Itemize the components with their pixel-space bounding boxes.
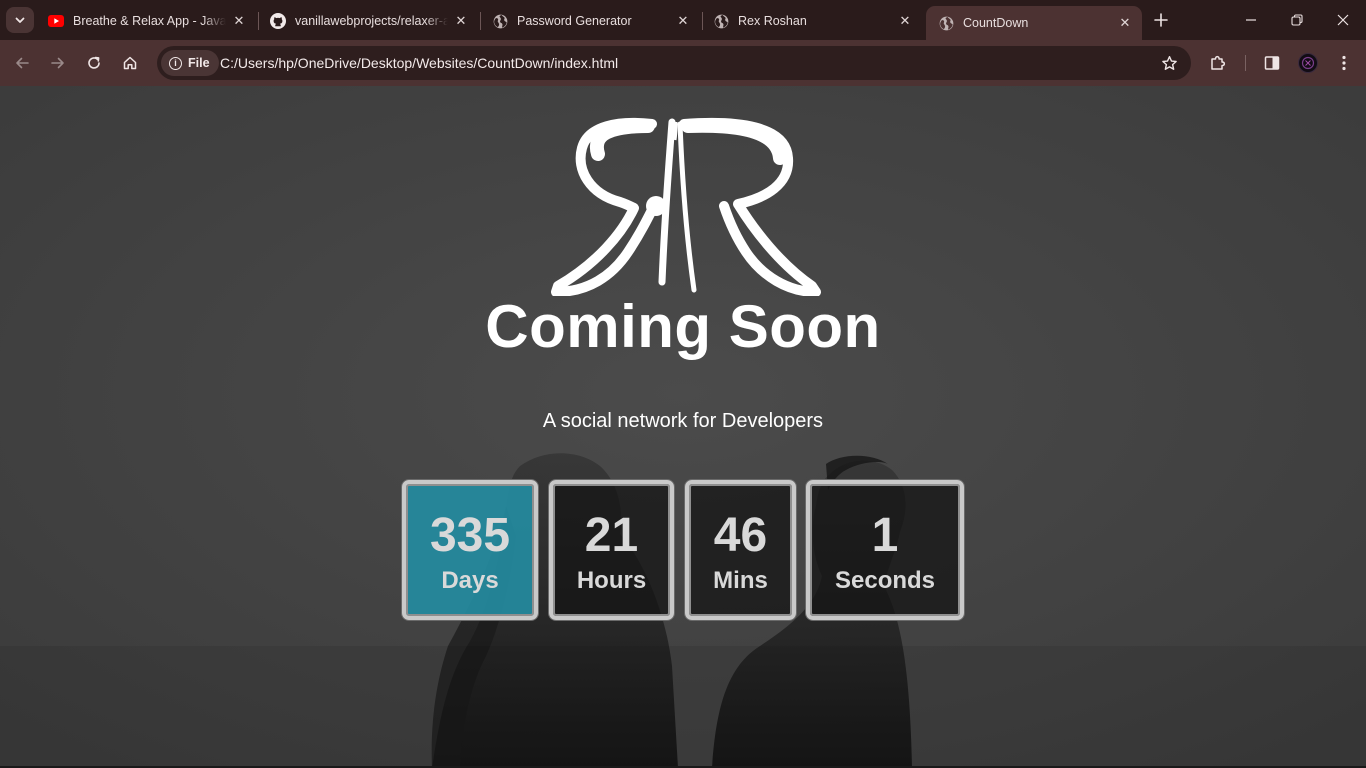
tab-title: Rex Roshan [738, 14, 807, 28]
tab-title: CountDown [963, 16, 1029, 30]
globe-icon [492, 13, 508, 29]
extensions-button[interactable] [1204, 49, 1232, 77]
countdown-mins-value: 46 [713, 509, 768, 562]
profile-avatar[interactable] [1298, 53, 1318, 73]
close-icon[interactable]: ✕ [896, 12, 914, 30]
star-icon [1161, 55, 1177, 70]
minimize-icon [1246, 19, 1256, 21]
countdown-hours-label: Hours [576, 567, 647, 594]
globe-icon [713, 13, 729, 29]
browser-toolbar: i File C:/Users/hp/OneDrive/Desktop/Webs… [0, 40, 1366, 86]
tab-title: Breathe & Relax App - JavaScript [73, 14, 226, 28]
github-icon [270, 13, 286, 29]
youtube-icon [48, 13, 64, 29]
countdown-page: Coming Soon A social network for Develop… [0, 86, 1366, 768]
avatar-icon [1301, 56, 1315, 70]
info-icon: i [169, 56, 182, 70]
restore-button[interactable] [1274, 0, 1320, 40]
tab-strip: Breathe & Relax App - JavaScript ✕ vanil… [0, 0, 1366, 40]
tab-vanillawebprojects[interactable]: vanillawebprojects/relaxer-app ✕ [258, 6, 478, 36]
minimize-button[interactable] [1228, 0, 1274, 40]
restore-icon [1291, 14, 1303, 26]
address-bar[interactable]: i File C:/Users/hp/OneDrive/Desktop/Webs… [157, 46, 1191, 80]
toolbar-divider [1245, 55, 1246, 71]
new-tab-button[interactable] [1150, 9, 1172, 31]
bookmark-button[interactable] [1159, 53, 1179, 73]
close-window-button[interactable] [1320, 0, 1366, 40]
tab-rex-roshan[interactable]: Rex Roshan ✕ [701, 6, 922, 36]
puzzle-icon [1211, 55, 1226, 70]
countdown-hours: 21 Hours [549, 480, 674, 620]
home-button[interactable] [116, 49, 144, 77]
countdown-days: 335 Days [402, 480, 538, 620]
countdown-seconds-value: 1 [871, 509, 899, 562]
browser-menu-button[interactable] [1330, 49, 1358, 77]
forward-button[interactable] [44, 49, 72, 77]
countdown-seconds-label: Seconds [834, 567, 936, 594]
countdown-days-label: Days [441, 567, 499, 594]
globe-icon [938, 15, 954, 31]
countdown-seconds: 1 Seconds [806, 480, 964, 620]
close-icon[interactable]: ✕ [674, 12, 692, 30]
tab-title: vanillawebprojects/relaxer-app [295, 14, 448, 28]
page-tagline: A social network for Developers [542, 410, 824, 432]
countdown-mins-label: Mins [713, 567, 768, 594]
reload-button[interactable] [80, 49, 108, 77]
arrow-right-icon [51, 57, 64, 69]
site-info-chip[interactable]: i File [161, 50, 219, 76]
more-vertical-icon [1342, 55, 1346, 71]
tab-search-button[interactable] [6, 7, 34, 33]
arrow-left-icon [16, 57, 29, 69]
site-info-label: File [188, 56, 210, 70]
back-button[interactable] [8, 49, 36, 77]
side-panel-button[interactable] [1258, 49, 1286, 77]
reload-icon [88, 56, 100, 69]
tab-breathe-relax[interactable]: Breathe & Relax App - JavaScript ✕ [36, 6, 256, 36]
rr-logo [551, 117, 821, 296]
close-icon[interactable]: ✕ [1116, 14, 1134, 32]
countdown-hours-value: 21 [584, 509, 639, 562]
countdown-mins: 46 Mins [685, 480, 796, 620]
chevron-down-icon [15, 17, 25, 23]
tab-countdown[interactable]: CountDown ✕ [926, 6, 1142, 40]
tab-password-generator[interactable]: Password Generator ✕ [480, 6, 700, 36]
plus-icon [1154, 13, 1168, 27]
close-icon [1337, 14, 1349, 26]
close-icon[interactable]: ✕ [452, 12, 470, 30]
page-title: Coming Soon [485, 293, 881, 360]
countdown-days-value: 335 [429, 509, 511, 562]
url-text[interactable]: C:/Users/hp/OneDrive/Desktop/Websites/Co… [220, 46, 618, 80]
side-panel-icon [1264, 56, 1280, 70]
close-icon[interactable]: ✕ [230, 12, 248, 30]
home-icon [123, 56, 137, 70]
tab-title: Password Generator [517, 14, 632, 28]
